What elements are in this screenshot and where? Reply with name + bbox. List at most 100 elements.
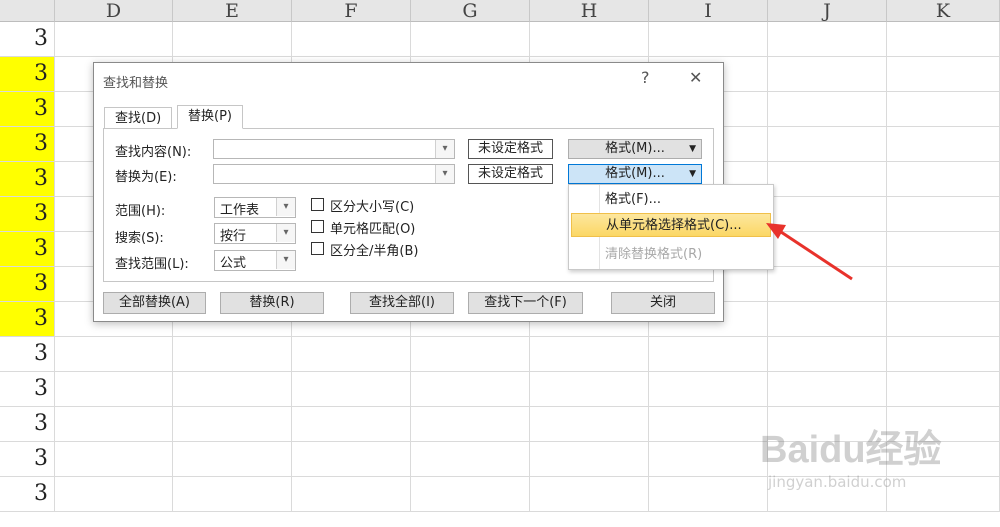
find-next-button[interactable]: 查找下一个(F) (468, 292, 583, 314)
find-format-button[interactable]: 格式(M)... ▼ (568, 139, 702, 159)
grid-cell[interactable] (173, 442, 292, 477)
close-button[interactable]: 关闭 (611, 292, 715, 314)
grid-cell[interactable] (768, 337, 887, 372)
cell-value[interactable]: 3 (0, 407, 55, 442)
grid-cell[interactable] (55, 407, 173, 442)
grid-cell[interactable] (887, 302, 1000, 337)
column-header-g[interactable]: G (411, 0, 530, 22)
column-header-e[interactable]: E (173, 0, 292, 22)
match-case-checkbox[interactable] (311, 198, 324, 211)
replace-with-input[interactable]: ▾ (213, 164, 455, 184)
column-header-k[interactable]: K (887, 0, 1000, 22)
grid-cell[interactable] (768, 372, 887, 407)
grid-cell[interactable] (887, 22, 1000, 57)
grid-cell[interactable] (55, 337, 173, 372)
cell-value[interactable]: 3 (0, 337, 55, 372)
cell-value[interactable]: 3 (0, 162, 55, 197)
grid-cell[interactable] (530, 22, 649, 57)
search-select[interactable]: 按行 ▾ (214, 223, 296, 244)
menu-item-format[interactable]: 格式(F)... (571, 188, 771, 212)
grid-cell[interactable] (887, 127, 1000, 162)
column-header-f[interactable]: F (292, 0, 411, 22)
cell-value[interactable]: 3 (0, 372, 55, 407)
grid-cell[interactable] (292, 477, 411, 512)
grid-cell[interactable] (887, 372, 1000, 407)
cell-value[interactable]: 3 (0, 57, 55, 92)
grid-cell[interactable] (173, 372, 292, 407)
grid-cell[interactable] (768, 57, 887, 92)
grid-cell[interactable] (768, 22, 887, 57)
chevron-down-icon[interactable]: ▾ (435, 140, 454, 158)
grid-cell[interactable] (887, 267, 1000, 302)
grid-cell[interactable] (411, 22, 530, 57)
close-icon[interactable]: ✕ (689, 68, 702, 87)
cell-value[interactable]: 3 (0, 197, 55, 232)
grid-cell[interactable] (55, 22, 173, 57)
grid-cell[interactable] (887, 232, 1000, 267)
grid-cell[interactable] (768, 127, 887, 162)
match-entire-cell-checkbox[interactable] (311, 220, 324, 233)
grid-cell[interactable] (530, 407, 649, 442)
grid-cell[interactable] (649, 22, 768, 57)
scope-select[interactable]: 工作表 ▾ (214, 197, 296, 218)
find-what-input[interactable]: ▾ (213, 139, 455, 159)
menu-item-choose-format-from-cell[interactable]: 从单元格选择格式(C)... (571, 213, 771, 237)
column-header-d[interactable]: D (55, 0, 173, 22)
grid-cell[interactable] (292, 372, 411, 407)
replace-all-button[interactable]: 全部替换(A) (103, 292, 206, 314)
replace-format-button[interactable]: 格式(M)... ▼ (568, 164, 702, 184)
grid-cell[interactable] (649, 337, 768, 372)
cell-value[interactable]: 3 (0, 267, 55, 302)
grid-cell[interactable] (55, 442, 173, 477)
grid-cell[interactable] (292, 22, 411, 57)
grid-cell[interactable] (411, 477, 530, 512)
grid-cell[interactable] (55, 372, 173, 407)
grid-cell[interactable] (292, 407, 411, 442)
grid-cell[interactable] (292, 442, 411, 477)
cell-value[interactable]: 3 (0, 232, 55, 267)
grid-cell[interactable] (649, 477, 768, 512)
cell-value[interactable]: 3 (0, 22, 55, 57)
grid-cell[interactable] (530, 337, 649, 372)
grid-cell[interactable] (768, 302, 887, 337)
grid-cell[interactable] (173, 337, 292, 372)
grid-cell[interactable] (887, 92, 1000, 127)
chevron-down-icon[interactable]: ▾ (435, 165, 454, 183)
tab-find[interactable]: 查找(D) (104, 107, 173, 129)
help-button[interactable]: ? (641, 68, 650, 87)
grid-cell[interactable] (55, 477, 173, 512)
grid-cell[interactable] (887, 57, 1000, 92)
grid-cell[interactable] (173, 22, 292, 57)
grid-cell[interactable] (173, 407, 292, 442)
tab-replace[interactable]: 替换(P) (177, 105, 243, 129)
column-header-i[interactable]: I (649, 0, 768, 22)
column-header-j[interactable]: J (768, 0, 887, 22)
grid-cell[interactable] (887, 197, 1000, 232)
cell-value[interactable]: 3 (0, 302, 55, 337)
grid-cell[interactable] (292, 337, 411, 372)
grid-cell[interactable] (411, 407, 530, 442)
find-all-button[interactable]: 查找全部(I) (350, 292, 454, 314)
cell-value[interactable]: 3 (0, 92, 55, 127)
grid-cell[interactable] (530, 372, 649, 407)
column-header-h[interactable]: H (530, 0, 649, 22)
grid-cell[interactable] (530, 477, 649, 512)
grid-cell[interactable] (649, 372, 768, 407)
grid-cell[interactable] (768, 92, 887, 127)
grid-cell[interactable] (411, 372, 530, 407)
grid-cell[interactable] (530, 442, 649, 477)
grid-cell[interactable] (768, 162, 887, 197)
grid-cell[interactable] (173, 477, 292, 512)
cell-value[interactable]: 3 (0, 442, 55, 477)
grid-cell[interactable] (649, 442, 768, 477)
grid-cell[interactable] (411, 337, 530, 372)
grid-cell[interactable] (649, 407, 768, 442)
look-in-select[interactable]: 公式 ▾ (214, 250, 296, 271)
cell-value[interactable]: 3 (0, 477, 55, 512)
grid-cell[interactable] (887, 337, 1000, 372)
menu-item-clear-replace-format[interactable]: 清除替换格式(R) (571, 243, 771, 267)
replace-button[interactable]: 替换(R) (220, 292, 324, 314)
grid-cell[interactable] (887, 162, 1000, 197)
match-width-checkbox[interactable] (311, 242, 324, 255)
cell-value[interactable]: 3 (0, 127, 55, 162)
